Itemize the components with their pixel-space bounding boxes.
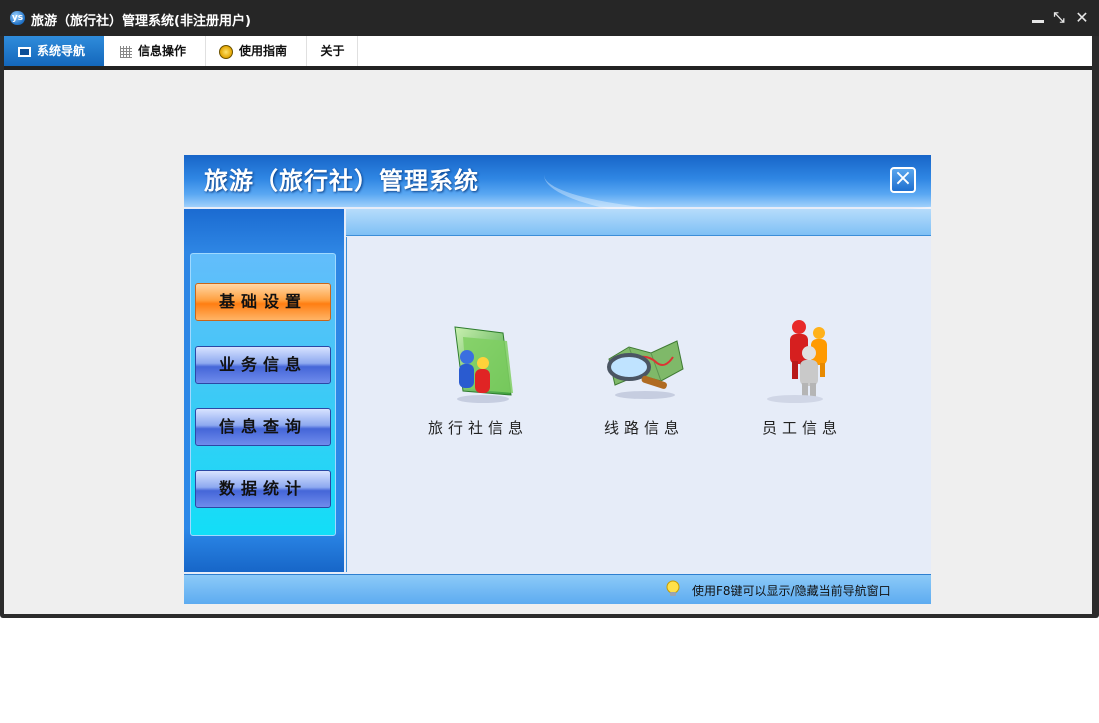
app-logo-icon: ys [10, 11, 25, 25]
route-info-item[interactable]: 线路信息 [579, 319, 709, 438]
navigation-panel: 旅游（旅行社）管理系统 × 基础设置 业务信息 信息查询 数据统计 旅行社信息 … [184, 155, 931, 604]
menu-system-nav[interactable]: 系统导航 [4, 36, 104, 66]
status-hint: 使用F8键可以显示/隐藏当前导航窗口 [692, 584, 891, 598]
nav-status-bar: 使用F8键可以显示/隐藏当前导航窗口 [184, 574, 931, 604]
data-statistics-button[interactable]: 数据统计 [195, 470, 331, 508]
window-title: 旅游（旅行社）管理系统(非注册用户) [31, 14, 251, 29]
menu-label: 系统导航 [37, 44, 86, 58]
grid-icon [120, 45, 132, 58]
menu-bar: 系统导航 信息操作 使用指南 关于 [4, 36, 1092, 66]
monitor-icon [18, 46, 31, 57]
map-magnifier-icon [599, 319, 689, 409]
menu-label: 信息操作 [138, 44, 187, 58]
nav-sidebar: 基础设置 业务信息 信息查询 数据统计 [184, 209, 344, 572]
lightbulb-icon [666, 580, 680, 596]
feature-label: 线路信息 [603, 419, 684, 437]
minimize-button[interactable] [1029, 9, 1047, 27]
menu-user-guide[interactable]: 使用指南 [207, 36, 307, 66]
close-window-button[interactable]: ✕ [1073, 9, 1091, 27]
nav-header: 旅游（旅行社）管理系统 × [184, 155, 931, 225]
nav-title: 旅游（旅行社）管理系统 [204, 166, 479, 195]
restore-button[interactable]: ⤡ [1050, 9, 1068, 27]
title-bar[interactable]: ys 旅游（旅行社）管理系统(非注册用户) ⤡ ✕ [0, 0, 1099, 36]
main-area: 旅行社信息 线路信息 员工信息 [346, 237, 931, 572]
folder-people-icon [433, 319, 523, 409]
sidebar-button-group: 基础设置 业务信息 信息查询 数据统计 [190, 253, 336, 536]
business-info-button[interactable]: 业务信息 [195, 346, 331, 384]
workspace: 旅游（旅行社）管理系统 × 基础设置 业务信息 信息查询 数据统计 旅行社信息 … [4, 70, 1092, 614]
minimize-icon [1032, 20, 1044, 23]
info-query-button[interactable]: 信息查询 [195, 408, 331, 446]
app-window: ys 旅游（旅行社）管理系统(非注册用户) ⤡ ✕ 系统导航 信息操作 使用指南… [0, 0, 1099, 618]
basic-settings-button[interactable]: 基础设置 [195, 283, 331, 321]
travel-agency-info-item[interactable]: 旅行社信息 [413, 319, 543, 438]
staff-info-item[interactable]: 员工信息 [737, 319, 867, 438]
people-icon [757, 319, 847, 409]
menu-info-operation[interactable]: 信息操作 [114, 36, 206, 66]
menu-label: 关于 [320, 44, 345, 58]
nav-close-button[interactable]: × [890, 167, 916, 193]
menu-label: 使用指南 [239, 44, 288, 58]
bulb-icon [219, 44, 233, 59]
main-top-bar [346, 209, 931, 236]
feature-label: 员工信息 [761, 419, 842, 437]
feature-label: 旅行社信息 [427, 419, 528, 437]
menu-about[interactable]: 关于 [308, 36, 358, 66]
